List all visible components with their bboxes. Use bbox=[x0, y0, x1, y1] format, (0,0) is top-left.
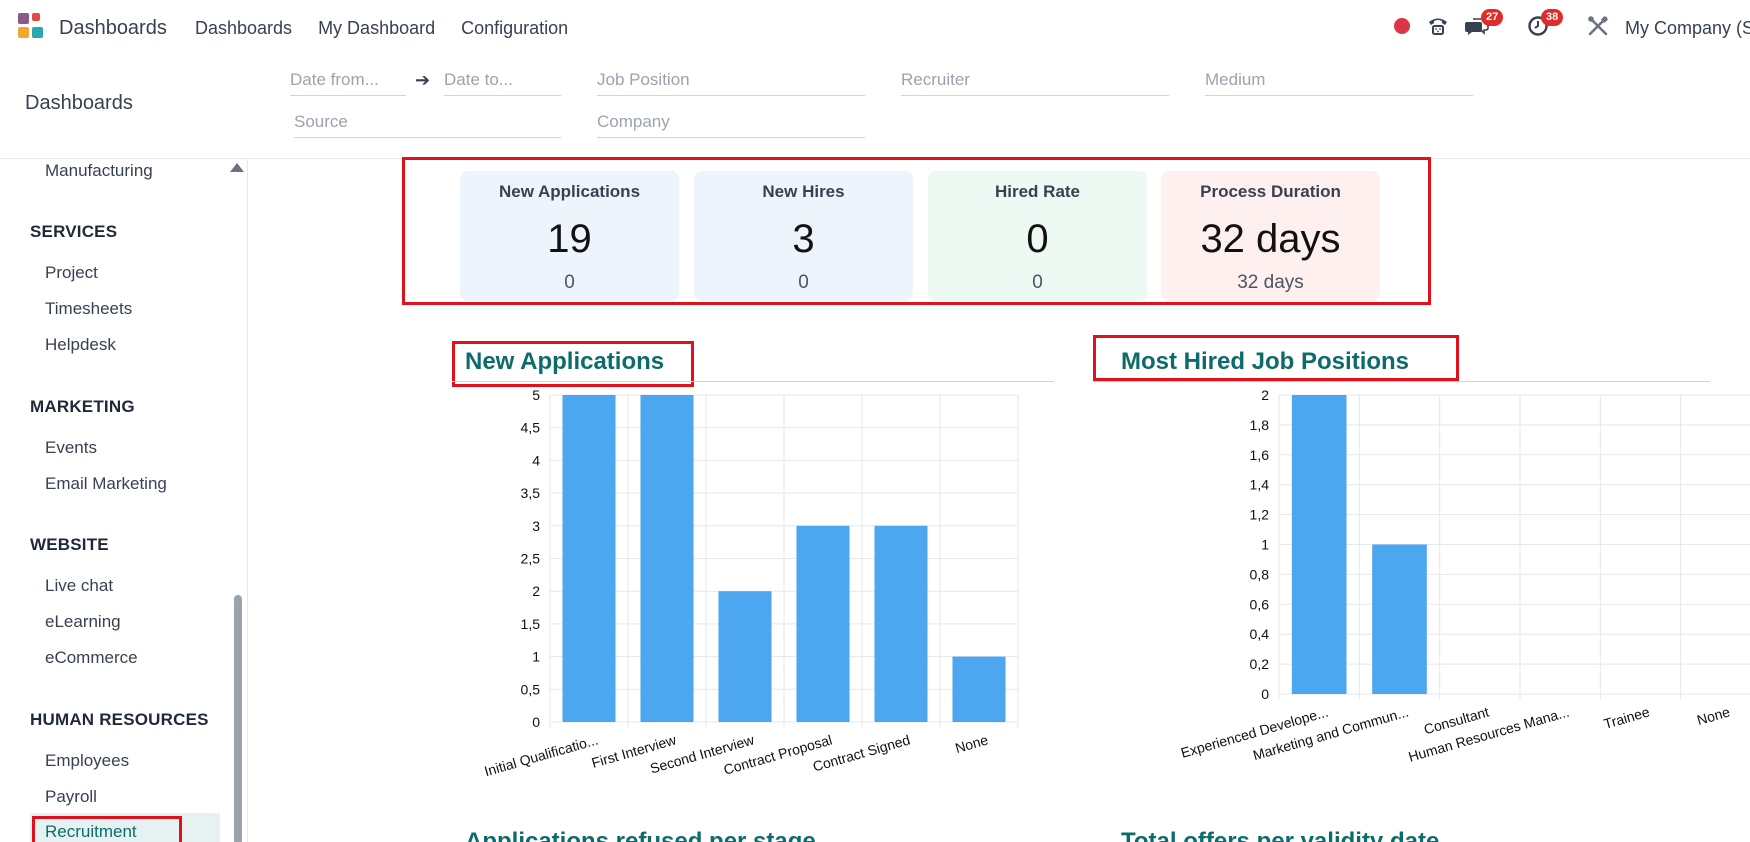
y-tick-label: 1 bbox=[532, 649, 540, 665]
chart-title-rule bbox=[452, 381, 1054, 382]
sidebar-item-helpdesk[interactable]: Helpdesk bbox=[45, 335, 116, 355]
bar[interactable] bbox=[562, 395, 616, 722]
sidebar-item-elearning[interactable]: eLearning bbox=[45, 612, 121, 632]
bar[interactable] bbox=[1372, 544, 1427, 695]
top-navbar: Dashboards Dashboards My Dashboard Confi… bbox=[0, 0, 1750, 56]
company-switcher[interactable]: My Company (Sa bbox=[1625, 18, 1750, 39]
menu-my-dashboard[interactable]: My Dashboard bbox=[318, 18, 435, 39]
sidebar-item-ecommerce[interactable]: eCommerce bbox=[45, 648, 138, 668]
chart-title-total-offers: Total offers per validity date bbox=[1121, 828, 1440, 842]
y-tick-label: 0,5 bbox=[521, 681, 541, 697]
messages-icon[interactable]: 27 bbox=[1465, 9, 1504, 42]
job-position-input[interactable]: Job Position bbox=[597, 66, 865, 96]
bar[interactable] bbox=[718, 591, 772, 722]
source-input[interactable]: Source bbox=[294, 108, 561, 138]
bar[interactable] bbox=[640, 395, 694, 722]
y-tick-label: 0 bbox=[532, 714, 540, 730]
menu-configuration[interactable]: Configuration bbox=[461, 18, 568, 39]
sidebar-item-payroll[interactable]: Payroll bbox=[45, 787, 97, 807]
x-tick-label: None bbox=[953, 731, 990, 756]
sidebar-item-events[interactable]: Events bbox=[45, 438, 97, 458]
y-tick-label: 1,6 bbox=[1250, 447, 1270, 463]
y-tick-label: 1,4 bbox=[1250, 477, 1270, 493]
new-applications-bar-chart: 0 0,5 1 1,5 2 2,5 3 3,5 4 4,5 5 Initial Qualificati… bbox=[482, 387, 1019, 780]
recruitment-highlight-box bbox=[32, 816, 182, 842]
menu-dashboards[interactable]: Dashboards bbox=[195, 18, 292, 39]
y-tick-label: 4,5 bbox=[521, 420, 541, 436]
sidebar-item-live-chat[interactable]: Live chat bbox=[45, 576, 113, 596]
bar[interactable] bbox=[952, 656, 1006, 722]
y-tick-label: 1,5 bbox=[521, 616, 541, 632]
sidebar-heading-human-resources: HUMAN RESOURCES bbox=[30, 710, 209, 729]
x-tick-label: Trainee bbox=[1602, 703, 1652, 731]
debug-tools-icon[interactable] bbox=[1587, 15, 1609, 42]
y-tick-label: 1,2 bbox=[1250, 507, 1270, 523]
chart-title-applications-refused: Applications refused per stage bbox=[465, 828, 816, 842]
y-tick-label: 4 bbox=[532, 452, 540, 468]
most-hired-job-positions-bar-chart: 00,20,40,60,811,21,41,61,82Experienced D… bbox=[1179, 387, 1750, 765]
recording-dot-icon[interactable] bbox=[1394, 18, 1410, 34]
recruiter-input[interactable]: Recruiter bbox=[901, 66, 1169, 96]
messages-badge: 27 bbox=[1481, 9, 1504, 26]
activities-clock-icon[interactable]: 38 bbox=[1527, 9, 1564, 42]
sidebar-item-project[interactable]: Project bbox=[45, 263, 98, 283]
y-tick-label: 0 bbox=[1261, 686, 1269, 702]
chart-title-highlight-box bbox=[1093, 335, 1459, 381]
y-tick-label: 1,8 bbox=[1250, 417, 1270, 433]
kpi-highlight-box bbox=[402, 157, 1431, 305]
y-tick-label: 0,2 bbox=[1250, 656, 1270, 672]
x-tick-label: Initial Qualificatio... bbox=[482, 732, 599, 780]
y-tick-label: 2 bbox=[532, 583, 540, 599]
arrow-right-icon: ➔ bbox=[415, 70, 431, 90]
y-tick-label: 0,6 bbox=[1250, 596, 1270, 612]
y-tick-label: 5 bbox=[532, 387, 540, 403]
bar[interactable] bbox=[1291, 395, 1347, 694]
app-name[interactable]: Dashboards bbox=[59, 17, 167, 40]
date-to-input[interactable]: Date to... bbox=[444, 66, 561, 96]
y-tick-label: 0,4 bbox=[1250, 626, 1270, 642]
scroll-up-arrow-icon[interactable] bbox=[230, 163, 244, 172]
sidebar-heading-marketing: MARKETING bbox=[30, 397, 135, 416]
y-tick-label: 1 bbox=[1261, 537, 1269, 553]
dashboards-app-icon[interactable] bbox=[18, 13, 46, 41]
sidebar-heading-website: WEBSITE bbox=[30, 535, 109, 554]
sidebar-item-timesheets[interactable]: Timesheets bbox=[45, 299, 132, 319]
medium-input[interactable]: Medium bbox=[1205, 66, 1473, 96]
page-title: Dashboards bbox=[25, 92, 133, 114]
y-tick-label: 3,5 bbox=[521, 485, 541, 501]
y-tick-label: 2 bbox=[1261, 387, 1269, 403]
chart-title-rule bbox=[1093, 381, 1710, 382]
sidebar-heading-services: SERVICES bbox=[30, 222, 118, 241]
dashboard-sidebar: Manufacturing SERVICES Project Timesheet… bbox=[0, 159, 248, 842]
activities-badge: 38 bbox=[1541, 9, 1564, 26]
y-tick-label: 3 bbox=[532, 518, 540, 534]
sidebar-item-employees[interactable]: Employees bbox=[45, 751, 129, 771]
sidebar-item-email-marketing[interactable]: Email Marketing bbox=[45, 474, 167, 494]
x-tick-label: None bbox=[1695, 703, 1732, 728]
sidebar-scroll-thumb[interactable] bbox=[234, 595, 242, 842]
y-tick-label: 0,8 bbox=[1250, 566, 1270, 582]
sidebar-item-manufacturing[interactable]: Manufacturing bbox=[45, 161, 153, 181]
y-tick-label: 2,5 bbox=[521, 551, 541, 567]
date-from-input[interactable]: Date from... bbox=[290, 66, 406, 96]
main-menu: Dashboards My Dashboard Configuration bbox=[195, 18, 568, 39]
phone-icon[interactable] bbox=[1426, 14, 1450, 43]
bar[interactable] bbox=[874, 525, 928, 722]
bar[interactable] bbox=[796, 525, 850, 722]
company-input[interactable]: Company bbox=[597, 108, 865, 138]
